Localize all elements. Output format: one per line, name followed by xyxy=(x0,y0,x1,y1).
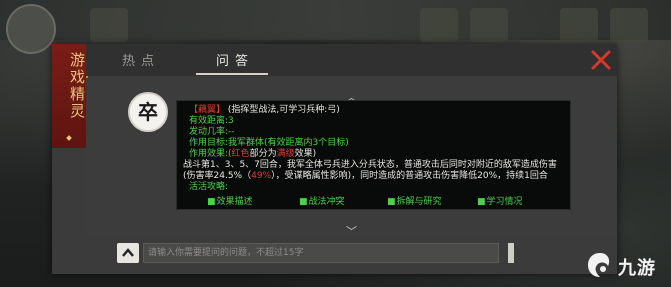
nine-game-logo-icon xyxy=(588,253,610,277)
skill-title: 【藕翼】 xyxy=(189,105,226,115)
tab-qa[interactable]: 问答 xyxy=(216,50,254,69)
effect-prefix: 作用效果:( xyxy=(189,149,232,159)
effect-red: 红色 xyxy=(231,149,250,159)
link-analysis[interactable]: 拆解与研究 xyxy=(387,197,442,208)
trigger-rate: 发动几率:-- xyxy=(189,127,235,137)
body2-suffix: ），受谋略属性影响)，同时造成的普通攻击伤害降低20%，持续1回合 xyxy=(271,171,548,181)
game-hud-slot xyxy=(90,8,128,42)
strategy-label: 活活攻略: xyxy=(189,182,229,192)
diamond-icon xyxy=(66,135,72,141)
answer-avatar: 卒 xyxy=(128,92,168,132)
close-icon[interactable] xyxy=(590,49,612,71)
link-skill-conflict[interactable]: 战法冲突 xyxy=(299,197,345,208)
game-hud-slot xyxy=(420,8,458,42)
player-avatar[interactable] xyxy=(6,4,56,54)
expand-button[interactable] xyxy=(117,243,139,263)
answer-bubble: 【藕翼】 (指挥型战法,可学习兵种:弓) 有效距离:3 发动几率:-- 作用目标… xyxy=(176,100,571,210)
body2-prefix: (伤害率24.5%（ xyxy=(183,171,252,181)
target-text: 作用目标:我军群体(有效距离内3个目标) xyxy=(189,138,349,148)
tab-hot[interactable]: 热点 xyxy=(122,50,160,69)
side-tab-game-sprite[interactable]: 游戏精灵 xyxy=(52,44,88,148)
watermark-text: 九游 xyxy=(618,258,656,279)
effect-mid: 部分为 xyxy=(249,149,277,159)
effect-suffix: 效果) xyxy=(294,149,317,159)
watermark-logo: 九游 xyxy=(582,250,668,280)
link-learning[interactable]: 学习情况 xyxy=(477,197,523,208)
question-input[interactable] xyxy=(143,243,499,263)
answer-links: 效果描述 战法冲突 拆解与研究 学习情况 xyxy=(177,197,570,209)
body-line-1: 战斗第1、3、5、7回合，我军全体弓兵进入分兵状态，普通攻击后同时对附近的敌军造… xyxy=(183,160,557,170)
tab-bar: 热点 问答 xyxy=(86,44,617,76)
skill-desc: (指挥型战法,可学习兵种:弓) xyxy=(227,105,340,115)
game-hud-slot xyxy=(560,8,598,42)
chevron-up-icon xyxy=(122,248,134,257)
chevron-down-icon[interactable]: ﹀ xyxy=(346,223,357,239)
game-hud-slot xyxy=(610,8,648,42)
game-hud-slot xyxy=(470,8,508,42)
side-tab-label: 游戏精灵 xyxy=(68,52,86,120)
send-button[interactable] xyxy=(508,243,514,263)
active-tab-indicator xyxy=(196,73,268,75)
effect-red2: 满级 xyxy=(276,149,295,159)
body2-red: 49% xyxy=(251,171,272,181)
effective-distance: 有效距离:3 xyxy=(189,116,234,126)
link-effect-description[interactable]: 效果描述 xyxy=(207,197,253,208)
